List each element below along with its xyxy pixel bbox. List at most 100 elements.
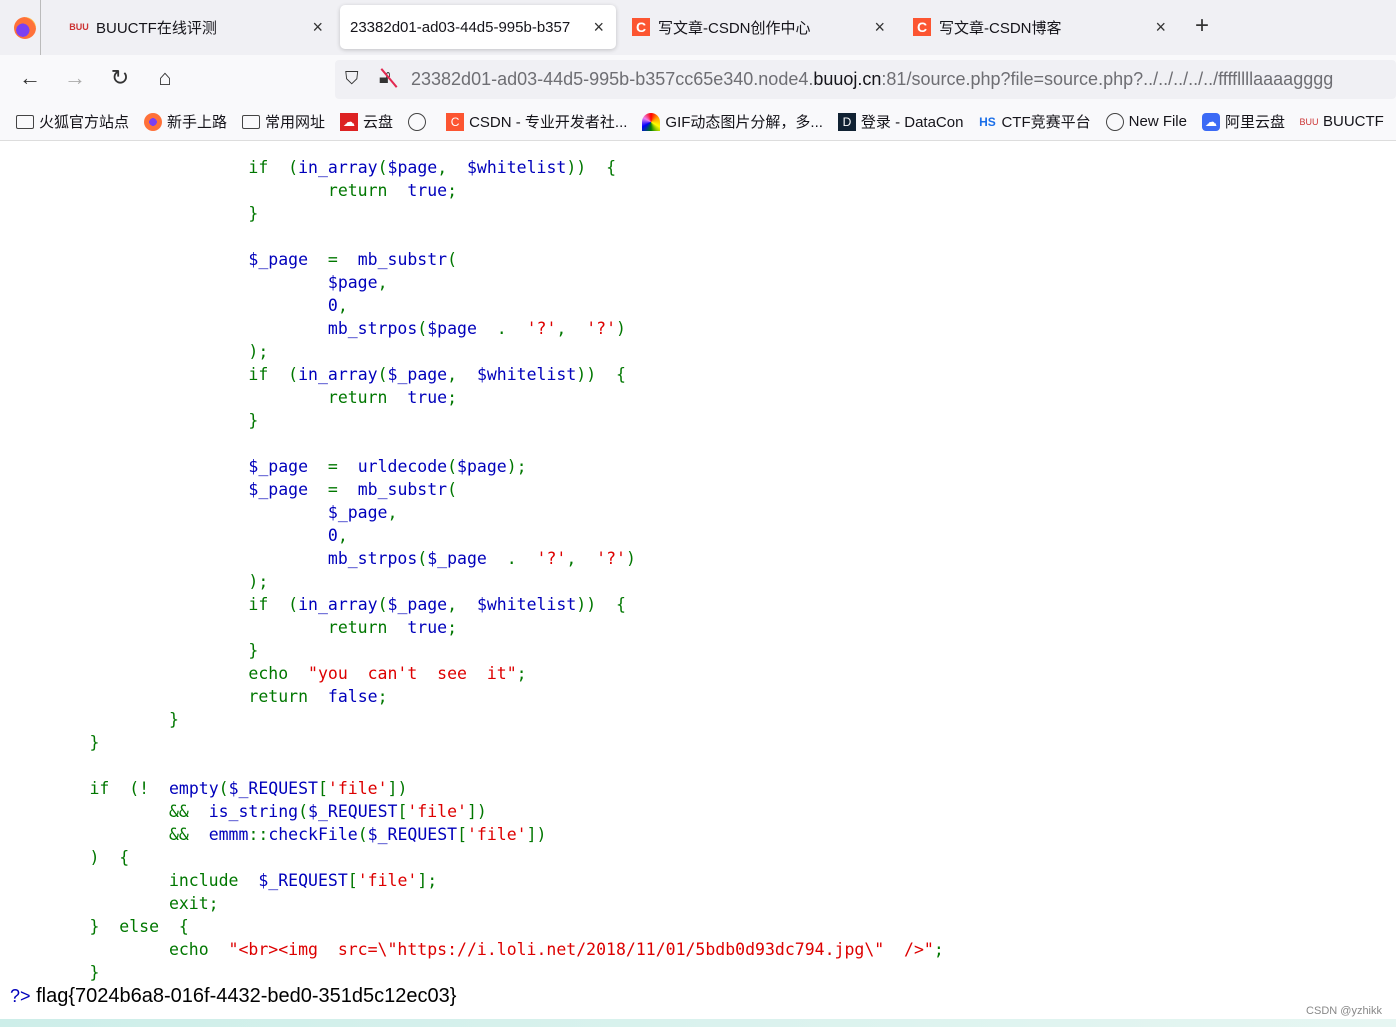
code-line: } <box>10 708 944 731</box>
new-tab-button[interactable]: + <box>1195 12 1209 40</box>
bookmark-item[interactable]: ☁ 云盘 <box>340 111 393 132</box>
code-token: , <box>337 526 348 545</box>
code-line: if (in_array($_page, $whitelist)) { <box>10 593 944 616</box>
code-token: $_page <box>387 365 448 384</box>
bookmark-item[interactable]: BUU BUUCTF <box>1300 113 1384 131</box>
bookmark-item[interactable]: HS CTF竞赛平台 <box>978 111 1091 132</box>
tab-csdn-create[interactable]: C 写文章-CSDN创作中心 × <box>622 5 897 49</box>
code-token: ( <box>447 250 458 269</box>
bookmark-item[interactable]: D 登录 - DataCon <box>837 111 963 132</box>
code-line: && emmm::checkFile($_REQUEST['file']) <box>10 823 944 846</box>
tab-source[interactable]: 23382d01-ad03-44d5-995b-b357 × <box>340 5 616 49</box>
code-token: $_REQUEST <box>308 802 398 821</box>
code-token: urldecode <box>357 457 448 476</box>
dc-icon: D <box>837 112 856 131</box>
code-token: ( <box>298 802 309 821</box>
bookmark-item[interactable]: 常用网址 <box>242 111 325 132</box>
back-button[interactable]: ← <box>16 65 44 91</box>
code-token: '?' <box>596 549 626 568</box>
bookmark-label: 常用网址 <box>265 114 326 131</box>
code-token: $page <box>427 319 497 338</box>
flag-text: flag{7024b6a8-016f-4432-bed0-351d5c12ec0… <box>36 985 457 1007</box>
ali-icon: ☁ <box>1202 112 1220 131</box>
code-line: $page, <box>10 271 944 294</box>
home-button[interactable]: ⌂ <box>151 65 179 91</box>
code-token: in_array <box>298 158 378 177</box>
code-token: ( <box>447 480 458 499</box>
code-token: include <box>10 871 259 890</box>
code-token: :: <box>248 825 269 844</box>
bookmark-item[interactable]: 新手上路 <box>144 111 227 132</box>
code-token: "<br><img src=\"https://i.loli.net/2018/… <box>228 940 934 959</box>
code-token: , <box>566 549 597 568</box>
code-token: checkFile <box>268 825 358 844</box>
firefox-view-icon[interactable] <box>14 17 36 39</box>
code-token: , <box>387 503 398 522</box>
code-token: [ <box>457 825 467 844</box>
code-token: true <box>407 181 448 200</box>
bookmark-item[interactable]: 火狐官方站点 <box>16 111 129 132</box>
reload-button[interactable]: ↻ <box>106 65 134 91</box>
url-text[interactable]: 23382d01-ad03-44d5-995b-b357cc65e340.nod… <box>411 69 1333 90</box>
code-token: . <box>506 549 537 568</box>
code-token: mb_substr <box>357 250 448 269</box>
csdn-icon: C <box>913 18 931 36</box>
close-icon[interactable]: × <box>1155 17 1166 38</box>
code-token: ) <box>625 549 636 568</box>
code-token: '?' <box>586 319 617 338</box>
url-bar[interactable]: ⛉ 🔓︎ 23382d01-ad03-44d5-995b-b357cc65e34… <box>335 60 1396 99</box>
code-token: mb_substr <box>357 480 448 499</box>
code-token: $_page <box>427 549 507 568</box>
code-token: && <box>10 825 209 844</box>
code-token: empty <box>168 779 219 798</box>
bookmark-item[interactable]: GIF动态图片分解，多... <box>642 111 823 132</box>
code-token: ( <box>377 158 388 177</box>
code-token: $_page <box>10 480 328 499</box>
code-line: mb_strpos($page . '?', '?') <box>10 317 944 340</box>
forward-button[interactable]: → <box>61 65 89 91</box>
code-token: $_REQUEST <box>367 825 458 844</box>
bookmark-item[interactable]: New File <box>1105 112 1187 131</box>
code-token: ) { <box>10 848 130 867</box>
code-token: 'file' <box>357 871 418 890</box>
code-token: [ <box>317 779 328 798</box>
code-token: ]) <box>387 779 408 798</box>
bookmark-item[interactable] <box>408 112 431 131</box>
tab-buuctf[interactable]: BUU BUUCTF在线评测 × <box>60 5 335 49</box>
code-token: , <box>447 365 477 384</box>
close-icon[interactable]: × <box>593 17 604 38</box>
close-icon[interactable]: × <box>874 17 885 38</box>
code-token: $_page <box>10 457 328 476</box>
code-line: $_page = mb_substr( <box>10 478 944 501</box>
bookmark-item[interactable]: C CSDN - 专业开发者社... <box>446 111 627 132</box>
insecure-lock-icon[interactable]: 🔓︎ <box>379 67 391 88</box>
rainbow-icon <box>642 112 661 131</box>
php-close-tag: ?> <box>10 986 31 1006</box>
code-token: return <box>10 687 328 706</box>
code-token: in_array <box>298 365 378 384</box>
code-token: ); <box>506 457 527 476</box>
bookmark-label: 云盘 <box>363 114 394 131</box>
bookmark-item[interactable]: ☁ 阿里云盘 <box>1202 111 1285 132</box>
code-line: } <box>10 961 944 984</box>
code-token: $page <box>10 273 378 292</box>
code-token: 0 <box>10 296 338 315</box>
code-line: echo "you can't see it"; <box>10 662 944 685</box>
tab-bar: BUU BUUCTF在线评测 × 23382d01-ad03-44d5-995b… <box>0 0 1396 55</box>
code-token: ]) <box>526 825 547 844</box>
code-token: )) { <box>566 158 617 177</box>
bookmark-label: CSDN - 专业开发者社... <box>469 114 628 131</box>
close-icon[interactable]: × <box>312 17 323 38</box>
code-line: ); <box>10 570 944 593</box>
tab-csdn-blog[interactable]: C 写文章-CSDN博客 × <box>903 5 1178 49</box>
tab-title: 写文章-CSDN创作中心 <box>658 19 811 37</box>
code-token: '?' <box>536 549 567 568</box>
code-token: return <box>10 388 408 407</box>
bottom-strip <box>0 1019 1396 1027</box>
shield-icon[interactable]: ⛉ <box>345 68 359 89</box>
code-token: false <box>327 687 378 706</box>
globe-icon <box>408 112 427 131</box>
code-line: } <box>10 202 944 225</box>
